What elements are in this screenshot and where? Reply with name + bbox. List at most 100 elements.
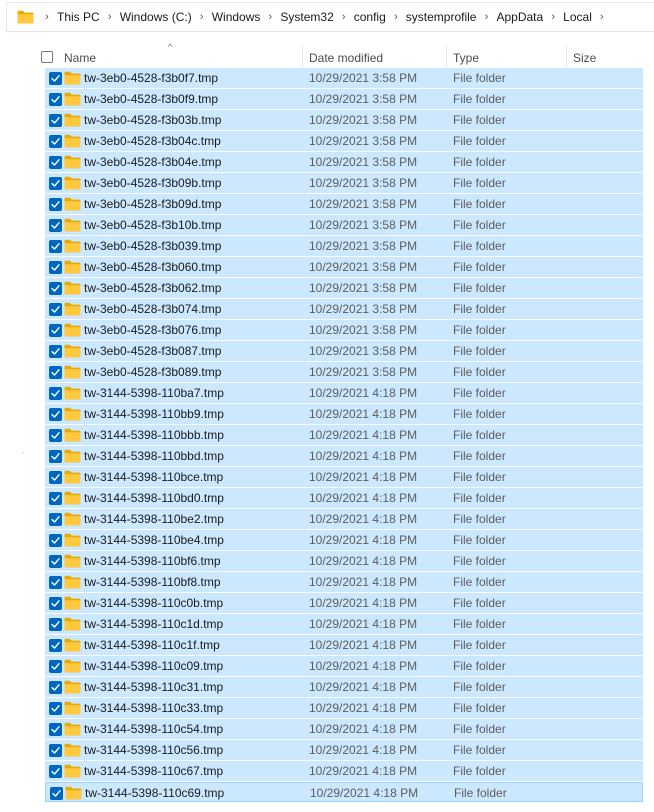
file-row[interactable]: tw-3eb0-4528-f3b04c.tmp 10/29/2021 3:58 P…	[45, 131, 643, 151]
file-type: File folder	[453, 92, 506, 106]
chevron-right-icon[interactable]: ›	[261, 11, 279, 23]
file-row[interactable]: tw-3144-5398-110bb9.tmp 10/29/2021 4:18 P…	[45, 404, 643, 424]
row-checkbox[interactable]	[49, 282, 62, 295]
file-row[interactable]: tw-3eb0-4528-f3b062.tmp 10/29/2021 3:58 P…	[45, 278, 643, 298]
chevron-right-icon[interactable]: ›	[335, 11, 353, 23]
row-checkbox[interactable]	[49, 534, 62, 547]
row-checkbox[interactable]	[49, 660, 62, 673]
breadcrumb-windows[interactable]: Windows	[211, 10, 262, 24]
row-checkbox[interactable]	[49, 135, 62, 148]
file-row[interactable]: tw-3144-5398-110c56.tmp 10/29/2021 4:18 P…	[45, 740, 643, 760]
row-checkbox[interactable]	[49, 240, 62, 253]
column-divider[interactable]	[446, 46, 447, 70]
file-row[interactable]: tw-3144-5398-110ba7.tmp 10/29/2021 4:18 P…	[45, 383, 643, 403]
file-row[interactable]: tw-3eb0-4528-f3b060.tmp 10/29/2021 3:58 P…	[45, 257, 643, 277]
file-row[interactable]: tw-3eb0-4528-f3b04e.tmp 10/29/2021 3:58 P…	[45, 152, 643, 172]
file-row[interactable]: tw-3eb0-4528-f3b039.tmp 10/29/2021 3:58 P…	[45, 236, 643, 256]
file-row[interactable]: tw-3144-5398-110be2.tmp 10/29/2021 4:18 P…	[45, 509, 643, 529]
column-header-size[interactable]: Size	[573, 46, 596, 68]
row-checkbox[interactable]	[49, 261, 62, 274]
column-header-type[interactable]: Type	[453, 46, 479, 68]
file-row[interactable]: tw-3144-5398-110c1d.tmp 10/29/2021 4:18 P…	[45, 614, 643, 634]
breadcrumb-local[interactable]: Local	[562, 10, 593, 24]
row-checkbox[interactable]	[49, 72, 62, 85]
breadcrumb-config[interactable]: config	[353, 10, 387, 24]
file-row[interactable]: tw-3eb0-4528-f3b074.tmp 10/29/2021 3:58 P…	[45, 299, 643, 319]
file-row[interactable]: tw-3144-5398-110bf6.tmp 10/29/2021 4:18 P…	[45, 551, 643, 571]
address-bar[interactable]: › This PC › Windows (C:) › Windows › Sys…	[6, 2, 654, 32]
file-row[interactable]: tw-3144-5398-110bbb.tmp 10/29/2021 4:18 P…	[45, 425, 643, 445]
file-row[interactable]: tw-3144-5398-110c0b.tmp 10/29/2021 4:18 P…	[45, 593, 643, 613]
file-row[interactable]: tw-3144-5398-110bce.tmp 10/29/2021 4:18 P…	[45, 467, 643, 487]
file-row[interactable]: tw-3144-5398-110bf8.tmp 10/29/2021 4:18 P…	[45, 572, 643, 592]
breadcrumb-this-pc[interactable]: This PC	[56, 10, 101, 24]
row-checkbox[interactable]	[49, 219, 62, 232]
file-row[interactable]: tw-3144-5398-110bd0.tmp 10/29/2021 4:18 P…	[45, 488, 643, 508]
chevron-right-icon[interactable]: ›	[387, 11, 405, 23]
row-checkbox[interactable]	[49, 450, 62, 463]
row-checkbox[interactable]	[49, 639, 62, 652]
file-row[interactable]: tw-3144-5398-110bbd.tmp 10/29/2021 4:18 P…	[45, 446, 643, 466]
chevron-right-icon[interactable]: ›	[593, 11, 611, 23]
checkmark-icon	[51, 537, 60, 544]
row-checkbox[interactable]	[50, 787, 63, 800]
row-checkbox[interactable]	[49, 114, 62, 127]
file-row[interactable]: tw-3eb0-4528-f3b076.tmp 10/29/2021 3:58 P…	[45, 320, 643, 340]
breadcrumb-appdata[interactable]: AppData	[495, 10, 544, 24]
row-checkbox[interactable]	[49, 387, 62, 400]
file-name: tw-3eb0-4528-f3b03b.tmp	[84, 113, 222, 127]
breadcrumb-windows-c[interactable]: Windows (C:)	[119, 10, 193, 24]
row-checkbox[interactable]	[49, 618, 62, 631]
row-checkbox[interactable]	[49, 198, 62, 211]
file-row[interactable]: tw-3eb0-4528-f3b0f7.tmp 10/29/2021 3:58 P…	[45, 68, 643, 88]
row-checkbox[interactable]	[49, 324, 62, 337]
row-checkbox[interactable]	[49, 366, 62, 379]
row-checkbox[interactable]	[49, 681, 62, 694]
file-row[interactable]: tw-3144-5398-110c31.tmp 10/29/2021 4:18 P…	[45, 677, 643, 697]
row-checkbox[interactable]	[49, 765, 62, 778]
select-all-checkbox[interactable]	[41, 51, 53, 63]
file-row[interactable]: tw-3144-5398-110c33.tmp 10/29/2021 4:18 P…	[45, 698, 643, 718]
file-row[interactable]: tw-3eb0-4528-f3b0f9.tmp 10/29/2021 3:58 P…	[45, 89, 643, 109]
file-row[interactable]: tw-3eb0-4528-f3b03b.tmp 10/29/2021 3:58 P…	[45, 110, 643, 130]
chevron-right-icon[interactable]: ›	[477, 11, 495, 23]
chevron-right-icon[interactable]: ›	[38, 11, 56, 23]
file-row[interactable]: tw-3144-5398-110be4.tmp 10/29/2021 4:18 P…	[45, 530, 643, 550]
row-checkbox[interactable]	[49, 429, 62, 442]
file-row[interactable]: tw-3144-5398-110c69.tmp 10/29/2021 4:18 P…	[45, 782, 643, 802]
row-checkbox[interactable]	[49, 744, 62, 757]
row-checkbox[interactable]	[49, 408, 62, 421]
column-header-name[interactable]: Name	[64, 46, 96, 68]
row-checkbox[interactable]	[49, 555, 62, 568]
breadcrumb-system32[interactable]: System32	[279, 10, 334, 24]
file-row[interactable]: tw-3eb0-4528-f3b087.tmp 10/29/2021 3:58 P…	[45, 341, 643, 361]
row-checkbox[interactable]	[49, 156, 62, 169]
row-checkbox[interactable]	[49, 93, 62, 106]
file-row[interactable]: tw-3eb0-4528-f3b089.tmp 10/29/2021 3:58 P…	[45, 362, 643, 382]
file-name: tw-3144-5398-110bce.tmp	[84, 470, 224, 484]
row-checkbox[interactable]	[49, 471, 62, 484]
column-header-date-modified[interactable]: Date modified	[309, 46, 383, 68]
row-checkbox[interactable]	[49, 492, 62, 505]
breadcrumb-systemprofile[interactable]: systemprofile	[405, 10, 478, 24]
file-row[interactable]: tw-3144-5398-110c54.tmp 10/29/2021 4:18 P…	[45, 719, 643, 739]
row-checkbox[interactable]	[49, 345, 62, 358]
file-row[interactable]: tw-3eb0-4528-f3b10b.tmp 10/29/2021 3:58 P…	[45, 215, 643, 235]
row-checkbox[interactable]	[49, 702, 62, 715]
chevron-right-icon[interactable]: ›	[101, 11, 119, 23]
file-row[interactable]: tw-3eb0-4528-f3b09b.tmp 10/29/2021 3:58 P…	[45, 173, 643, 193]
chevron-right-icon[interactable]: ›	[193, 11, 211, 23]
file-row[interactable]: tw-3144-5398-110c09.tmp 10/29/2021 4:18 P…	[45, 656, 643, 676]
row-checkbox[interactable]	[49, 177, 62, 190]
row-checkbox[interactable]	[49, 303, 62, 316]
row-checkbox[interactable]	[49, 576, 62, 589]
column-divider[interactable]	[566, 46, 567, 70]
file-row[interactable]: tw-3144-5398-110c1f.tmp 10/29/2021 4:18 P…	[45, 635, 643, 655]
file-row[interactable]: tw-3144-5398-110c67.tmp 10/29/2021 4:18 P…	[45, 761, 643, 781]
chevron-right-icon[interactable]: ›	[544, 11, 562, 23]
file-row[interactable]: tw-3eb0-4528-f3b09d.tmp 10/29/2021 3:58 P…	[45, 194, 643, 214]
row-checkbox[interactable]	[49, 597, 62, 610]
row-checkbox[interactable]	[49, 723, 62, 736]
row-checkbox[interactable]	[49, 513, 62, 526]
column-divider[interactable]	[302, 46, 303, 70]
